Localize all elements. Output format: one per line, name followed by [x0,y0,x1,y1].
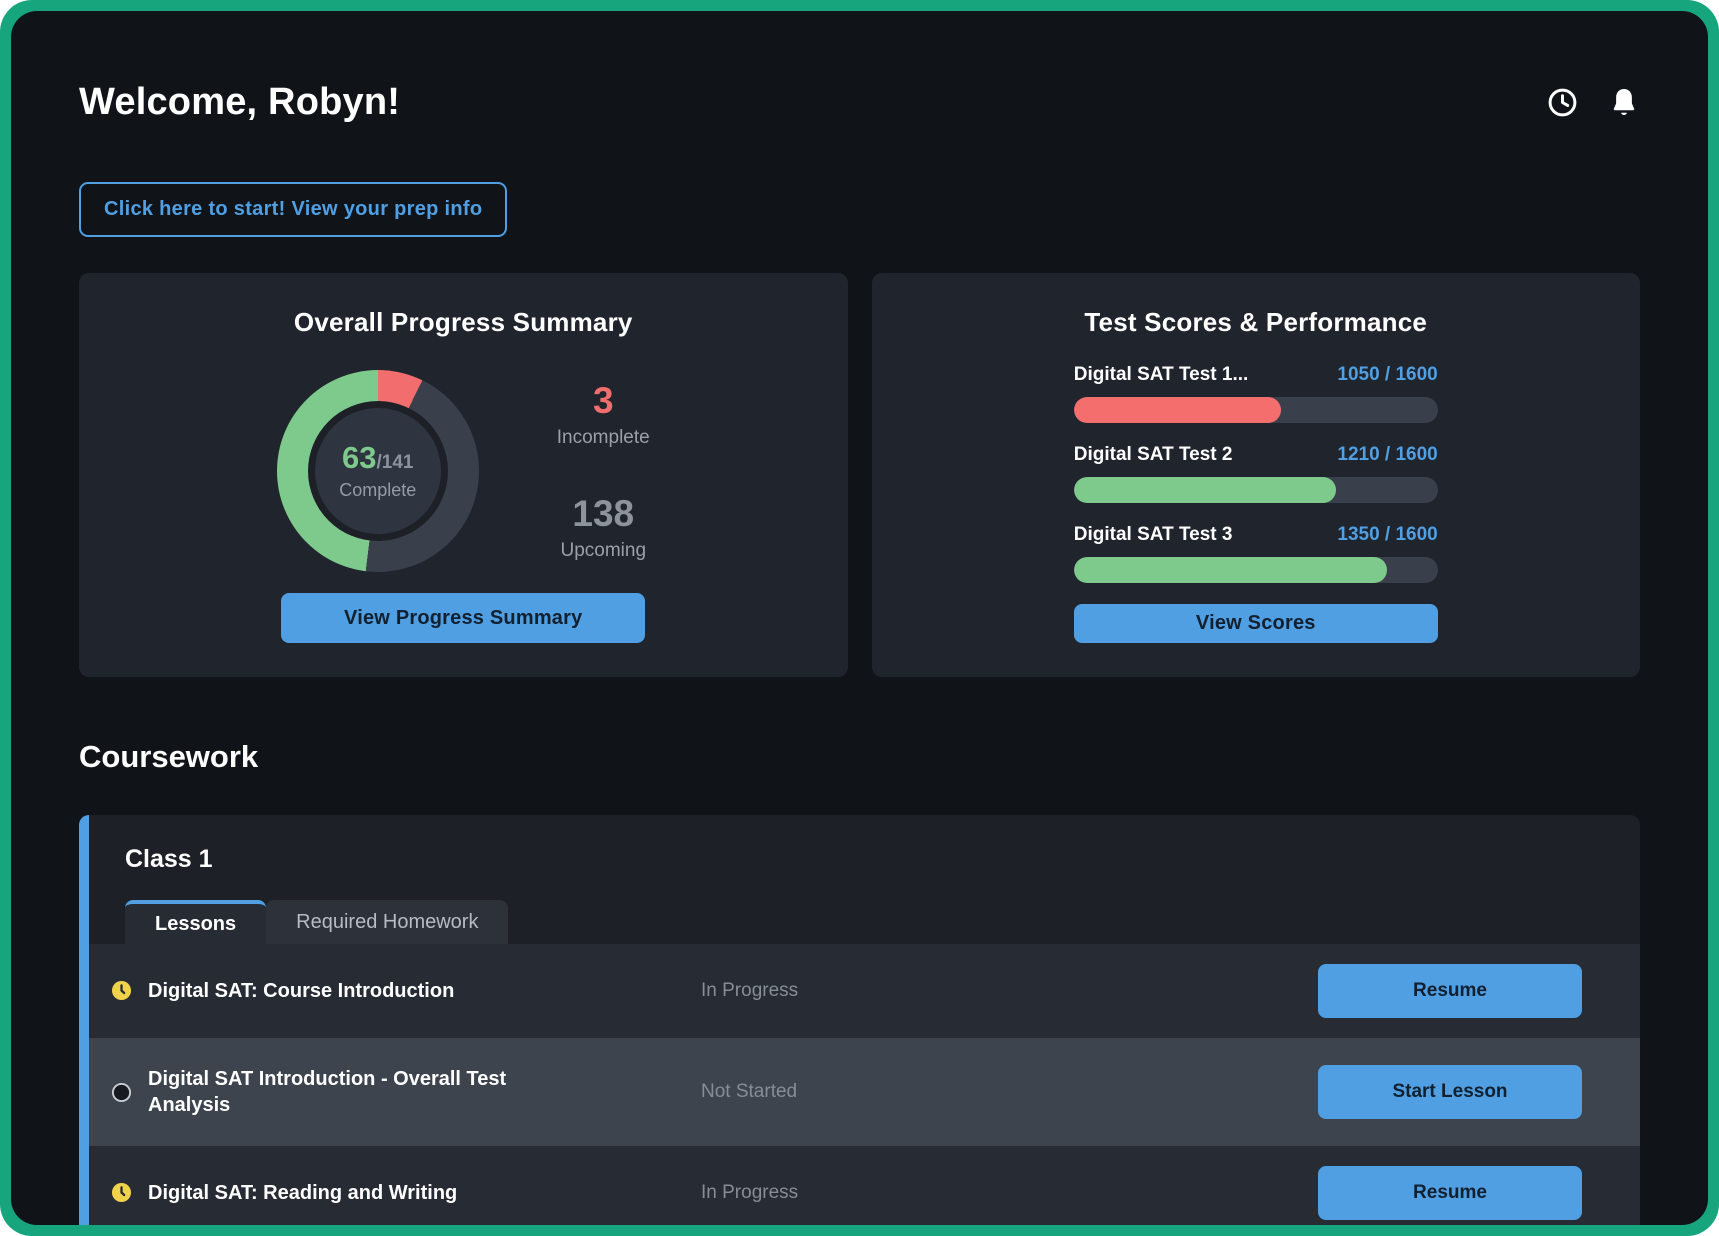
lesson-title: Digital SAT: Course Introduction [148,978,454,1004]
incomplete-stat: 3 Incomplete [557,380,650,449]
scores-card-title: Test Scores & Performance [912,307,1601,338]
test-score-row: Digital SAT Test 3 1350 / 1600 [1074,524,1438,583]
test-scores-card: Test Scores & Performance Digital SAT Te… [872,273,1641,677]
prep-info-link[interactable]: Click here to start! View your prep info [79,182,507,237]
progress-donut-chart: 63/141 Complete [277,370,479,572]
lesson-row: Digital SAT Introduction - Overall Test … [89,1038,1640,1146]
upcoming-count: 138 [557,493,650,535]
class-card-header: Class 1 [89,815,1640,900]
lesson-title: Digital SAT: Reading and Writing [148,1180,457,1206]
page-header: Welcome, Robyn! [79,81,1640,124]
donut-total-count: /141 [377,452,414,474]
class-tabs: Lessons Required Homework [125,900,1640,944]
class-card: Class 1 Lessons Required Homework [79,815,1640,1225]
page-title: Welcome, Robyn! [79,81,400,124]
donut-center: 63/141 Complete [315,408,441,534]
donut-center-label: Complete [339,480,416,501]
in-progress-clock-icon [111,1182,132,1203]
score-bar-fill [1074,477,1336,503]
upcoming-label: Upcoming [557,540,650,562]
test-score-row: Digital SAT Test 1... 1050 / 1600 [1074,364,1438,423]
incomplete-label: Incomplete [557,427,650,449]
donut-gap-ring: 63/141 Complete [308,401,448,541]
score-bar-track [1074,397,1438,423]
view-scores-button[interactable]: View Scores [1074,604,1438,643]
in-progress-clock-icon [111,980,132,1001]
lesson-status: Not Started [671,1081,971,1103]
class-card-accent-bar [79,815,89,1225]
overall-progress-card: Overall Progress Summary 63/141 Complete [79,273,848,677]
lesson-row: Digital SAT: Course Introduction In Prog… [89,944,1640,1038]
tab-required-homework[interactable]: Required Homework [266,900,508,944]
lesson-status: In Progress [671,980,971,1002]
test-score: 1050 / 1600 [1337,364,1437,386]
progress-card-title: Overall Progress Summary [119,307,808,338]
test-name: Digital SAT Test 1... [1074,364,1249,386]
score-bar-track [1074,477,1438,503]
test-score: 1350 / 1600 [1337,524,1437,546]
clock-icon[interactable] [1546,87,1578,119]
test-name: Digital SAT Test 2 [1074,444,1233,466]
donut-complete-count: 63 [342,440,376,476]
start-lesson-button[interactable]: Start Lesson [1318,1065,1582,1119]
tab-lessons[interactable]: Lessons [125,900,266,944]
app-frame: Welcome, Robyn! [0,0,1719,1236]
test-score: 1210 / 1600 [1337,444,1437,466]
view-progress-summary-button[interactable]: View Progress Summary [281,593,645,643]
test-score-row: Digital SAT Test 2 1210 / 1600 [1074,444,1438,503]
resume-button[interactable]: Resume [1318,1166,1582,1220]
score-bar-track [1074,557,1438,583]
coursework-heading: Coursework [79,739,1640,775]
not-started-circle-icon [111,1082,132,1103]
upcoming-stat: 138 Upcoming [557,493,650,562]
progress-card-body: 63/141 Complete 3 Incomplete [119,348,808,593]
summary-cards: Overall Progress Summary 63/141 Complete [79,273,1640,677]
incomplete-count: 3 [557,380,650,422]
dashboard-page: Welcome, Robyn! [11,11,1708,1225]
bell-icon[interactable] [1608,87,1640,119]
lesson-status: In Progress [671,1182,971,1204]
lesson-title: Digital SAT Introduction - Overall Test … [148,1066,548,1119]
lesson-row: Digital SAT: Reading and Writing In Prog… [89,1146,1640,1225]
header-icons [1546,87,1640,119]
scores-card-body: Digital SAT Test 1... 1050 / 1600 Digita… [1074,364,1438,604]
score-bar-fill [1074,557,1387,583]
score-bar-fill [1074,397,1281,423]
resume-button[interactable]: Resume [1318,964,1582,1018]
class-title: Class 1 [125,845,1604,874]
lesson-list: Digital SAT: Course Introduction In Prog… [89,944,1640,1225]
test-name: Digital SAT Test 3 [1074,524,1233,546]
progress-stats: 3 Incomplete 138 Upcoming [557,380,650,562]
